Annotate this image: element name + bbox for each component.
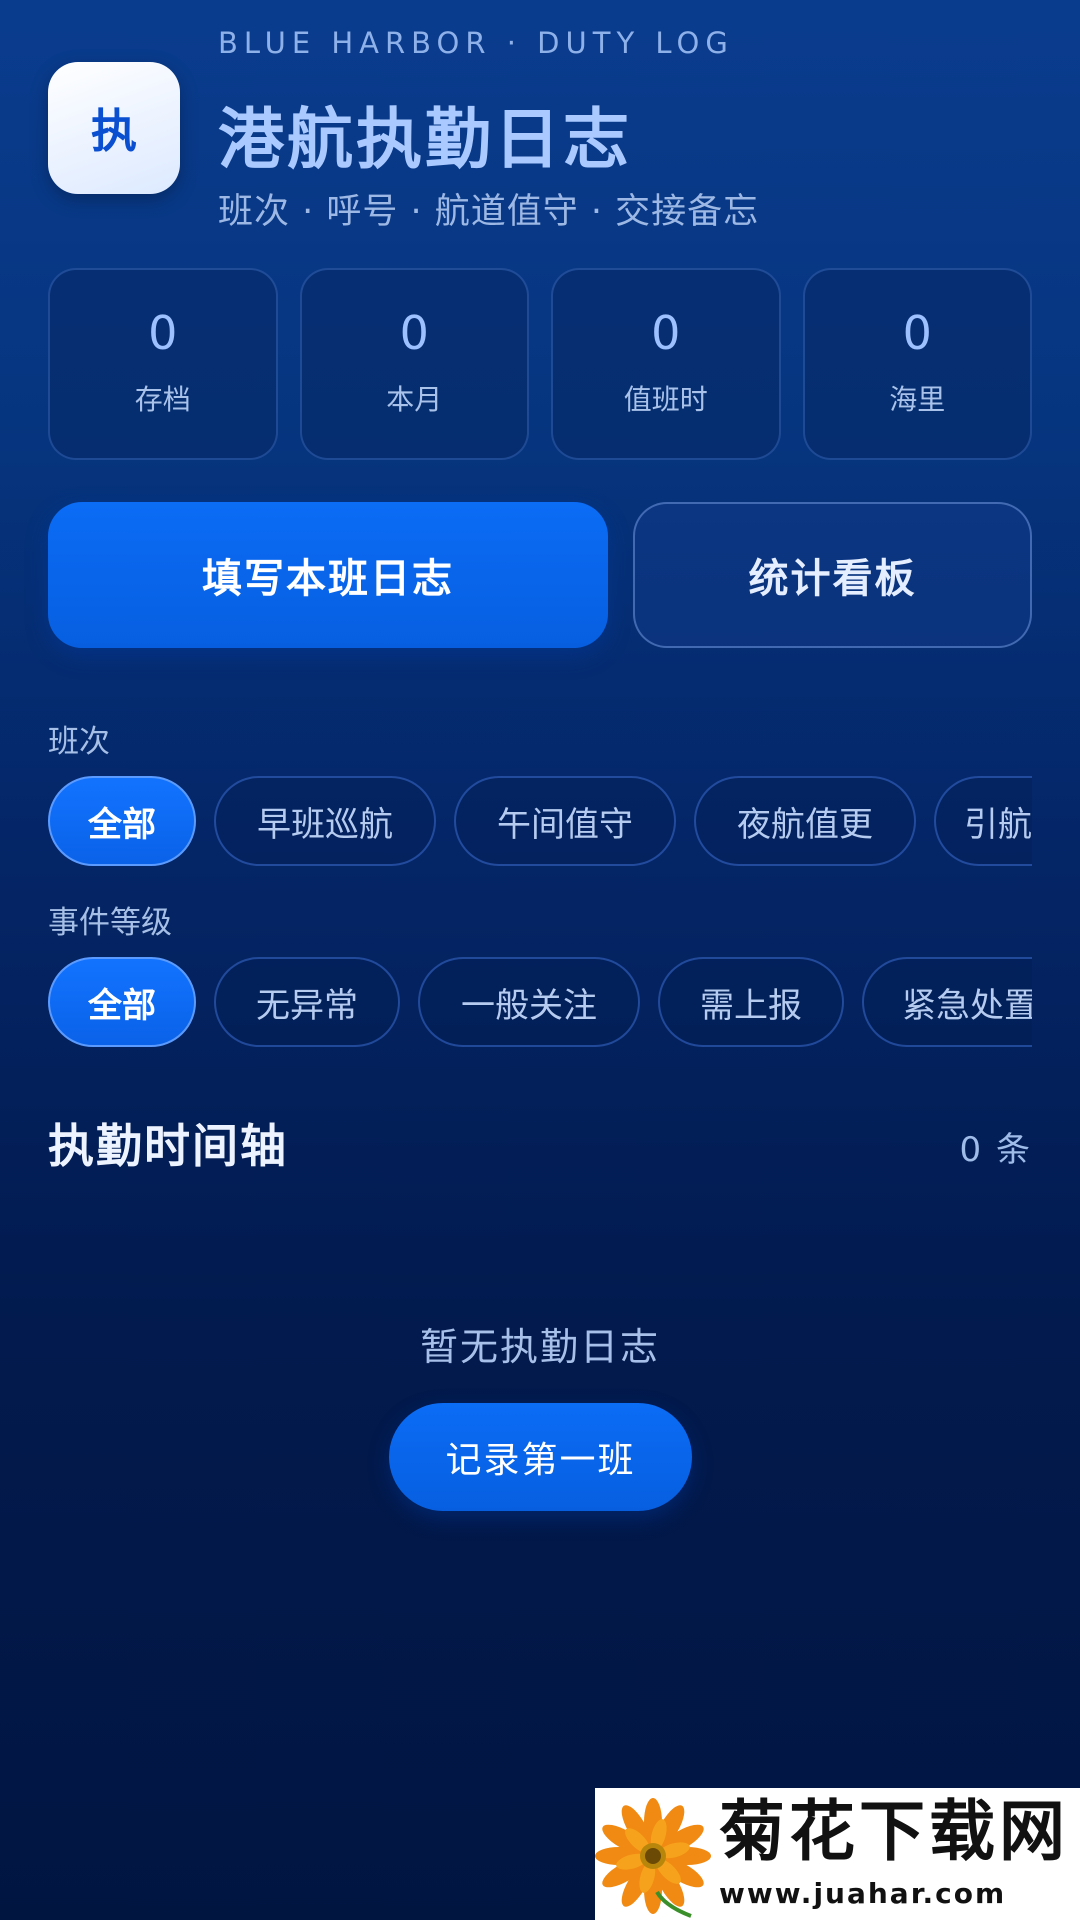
stats-dashboard-button[interactable]: 统计看板: [633, 502, 1032, 648]
level-chip-all[interactable]: 全部: [48, 957, 196, 1047]
shift-chip-pilot[interactable]: 引航: [934, 776, 1032, 866]
stat-label: 海里: [889, 383, 946, 416]
app-logo-char: 执: [91, 104, 137, 158]
app-logo: 执: [48, 62, 180, 194]
watermark: 菊花下载网 www.juahar.com: [595, 1788, 1080, 1920]
brand-name-en: BLUE HARBOR · DUTY LOG: [218, 26, 734, 60]
stat-card-duty-hours: 0 值班时: [551, 268, 781, 460]
level-filter-chips: 全部 无异常 一般关注 需上报 紧急处置: [48, 957, 1032, 1049]
shift-filter-label: 班次: [48, 724, 110, 760]
timeline-count: 0 条: [959, 1130, 1032, 1170]
level-chip-normal[interactable]: 无异常: [214, 957, 400, 1047]
stat-card-archive: 0 存档: [48, 268, 278, 460]
shift-chip-noon[interactable]: 午间值守: [454, 776, 676, 866]
stat-value: 0: [902, 306, 932, 360]
stat-value: 0: [651, 306, 681, 360]
shift-filter-chips: 全部 早班巡航 午间值守 夜航值更 引航: [48, 776, 1032, 868]
level-chip-report[interactable]: 需上报: [658, 957, 844, 1047]
timeline-title: 执勤时间轴: [48, 1119, 288, 1173]
stat-label: 本月: [386, 383, 443, 416]
watermark-url: www.juahar.com: [719, 1876, 1007, 1910]
page-title: 港航执勤日志: [218, 101, 632, 178]
watermark-title: 菊花下载网: [719, 1792, 1069, 1870]
page-subtitle: 班次 · 呼号 · 航道值守 · 交接备忘: [218, 192, 760, 232]
empty-state-text: 暂无执勤日志: [419, 1325, 660, 1369]
level-chip-emergency[interactable]: 紧急处置: [862, 957, 1032, 1047]
stats-row: 0 存档 0 本月 0 值班时 0 海里: [48, 268, 1032, 460]
shift-chip-morning[interactable]: 早班巡航: [214, 776, 436, 866]
flower-icon: [595, 1798, 711, 1918]
record-first-shift-button[interactable]: 记录第一班: [389, 1403, 692, 1511]
shift-chip-all[interactable]: 全部: [48, 776, 196, 866]
stat-value: 0: [148, 306, 178, 360]
stat-label: 值班时: [623, 383, 708, 416]
stat-label: 存档: [134, 383, 191, 416]
stat-value: 0: [399, 306, 429, 360]
stat-card-nautical-miles: 0 海里: [802, 268, 1032, 460]
write-log-button[interactable]: 填写本班日志: [48, 502, 608, 648]
stat-card-month: 0 本月: [299, 268, 529, 460]
level-filter-label: 事件等级: [48, 905, 172, 941]
level-chip-attention[interactable]: 一般关注: [418, 957, 640, 1047]
shift-chip-night[interactable]: 夜航值更: [694, 776, 916, 866]
